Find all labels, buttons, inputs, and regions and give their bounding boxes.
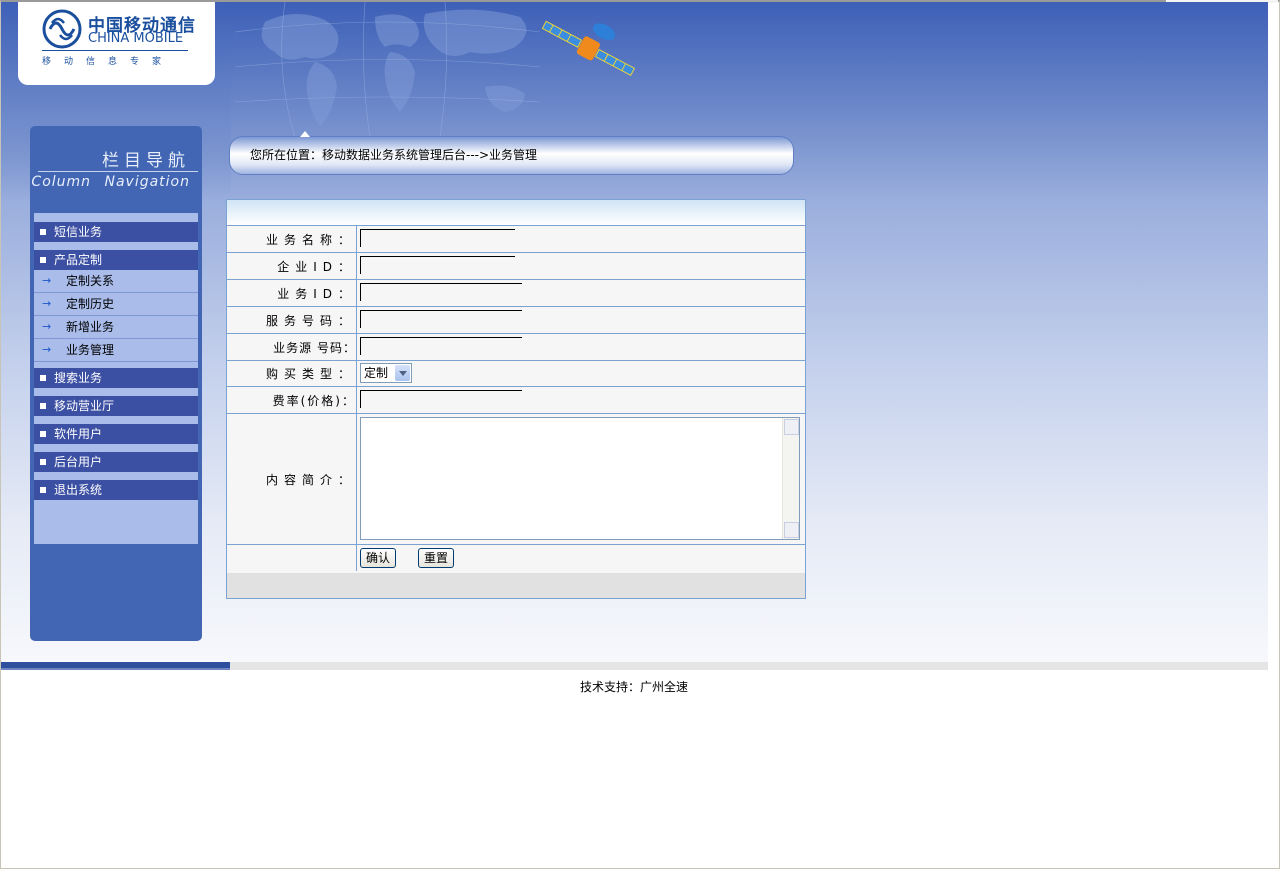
- nav-item-software-users[interactable]: 软件用户: [34, 424, 198, 444]
- nav-item-label: 后台用户: [54, 455, 103, 469]
- service-name-input[interactable]: [360, 229, 515, 247]
- form-value-cell: 确认 重置: [358, 545, 805, 571]
- scroll-down-icon[interactable]: [784, 522, 799, 538]
- bullet-square-icon: [40, 459, 46, 465]
- enterprise-id-input[interactable]: [360, 256, 515, 274]
- breadcrumb: 您所在位置：移动数据业务系统管理后台--->业务管理: [229, 131, 794, 175]
- nav-subitem-service-manage[interactable]: → 业务管理: [34, 339, 198, 362]
- arrow-right-icon: →: [42, 320, 52, 333]
- nav-title-cn: 栏目导航: [102, 151, 190, 171]
- nav-title-en: Column Navigation: [31, 174, 190, 190]
- confirm-button[interactable]: 确认: [360, 548, 397, 568]
- bullet-square-icon: [40, 403, 46, 409]
- nav-item-product-custom[interactable]: 产品定制: [34, 250, 198, 270]
- buy-type-select[interactable]: 定制: [360, 363, 412, 383]
- nav-subitem-label: 定制历史: [66, 297, 115, 311]
- arrow-right-icon: →: [42, 274, 52, 287]
- form-label: 企业ID：: [227, 253, 357, 279]
- form-label: 购买类型：: [227, 361, 357, 386]
- footer-bar: [1, 662, 1268, 670]
- form-label: 费率(价格)：: [227, 387, 357, 413]
- arrow-right-icon: →: [42, 297, 52, 310]
- form-label: 业务名称：: [227, 226, 357, 252]
- form-row-src-no: 业务源 号码：: [227, 334, 805, 361]
- sidebar: 栏目导航 Column Navigation 短信业务 产品定制 → 定制关系 …: [30, 126, 202, 641]
- form-value-cell: [358, 387, 805, 413]
- service-number-input[interactable]: [360, 310, 522, 328]
- nav-item-label: 搜索业务: [54, 371, 103, 385]
- buy-type-selected: 定制: [364, 366, 389, 380]
- form-row-svc-id: 业务ID：: [227, 280, 805, 307]
- nav-item-admin-users[interactable]: 后台用户: [34, 452, 198, 472]
- form-row-desc: 内容简介：: [227, 414, 805, 545]
- form-footer: [227, 573, 805, 598]
- form-row-svc-no: 服务号码：: [227, 307, 805, 334]
- breadcrumb-text: 您所在位置：移动数据业务系统管理后台--->业务管理: [250, 148, 538, 162]
- source-number-input[interactable]: [360, 337, 522, 355]
- nav-menu-bottom: [34, 508, 198, 544]
- nav-subitem-label: 新增业务: [66, 320, 115, 334]
- nav-subitem-add-service[interactable]: → 新增业务: [34, 316, 198, 339]
- logo-english-name: CHINA MOBILE: [88, 31, 184, 46]
- nav-menu: 短信业务 产品定制 → 定制关系 → 定制历史 → 新增业务 → 业务管理 搜索…: [34, 213, 198, 544]
- description-textarea[interactable]: [360, 417, 800, 540]
- chevron-down-icon: [395, 365, 410, 381]
- bullet-square-icon: [40, 257, 46, 263]
- china-mobile-logo-icon: [42, 9, 82, 49]
- nav-item-mobile-hall[interactable]: 移动营业厅: [34, 396, 198, 416]
- service-form-panel: 业务名称： 企业ID： 业务ID： 服务号码： 业务源 号码： 购买类型： 定制: [226, 199, 806, 599]
- form-row-ent-id: 企业ID：: [227, 253, 805, 280]
- nav-item-label: 产品定制: [54, 253, 103, 267]
- form-label: 内容简介：: [227, 414, 357, 544]
- form-value-cell: [358, 414, 805, 544]
- nav-item-label: 软件用户: [54, 427, 103, 441]
- form-header: [227, 200, 805, 226]
- bullet-square-icon: [40, 487, 46, 493]
- nav-item-sms[interactable]: 短信业务: [34, 222, 198, 242]
- nav-submenu-product-custom: → 定制关系 → 定制历史 → 新增业务 → 业务管理: [34, 270, 198, 362]
- form-label: 服务号码：: [227, 307, 357, 333]
- nav-item-label: 短信业务: [54, 225, 103, 239]
- logo-slogan: 移动信息专家: [42, 57, 175, 67]
- form-row-name: 业务名称：: [227, 226, 805, 253]
- price-input[interactable]: [360, 390, 522, 408]
- scroll-up-icon[interactable]: [784, 419, 799, 435]
- form-label: 业务ID：: [227, 280, 357, 306]
- footer-bar-accent: [1, 662, 230, 670]
- form-value-cell: [358, 307, 805, 333]
- nav-subitem-custom-history[interactable]: → 定制历史: [34, 293, 198, 316]
- nav-subitem-label: 定制关系: [66, 274, 115, 288]
- nav-item-search[interactable]: 搜索业务: [34, 368, 198, 388]
- china-mobile-logo: 中国移动通信 CHINA MOBILE 移动信息专家: [18, 2, 215, 85]
- form-row-actions: 确认 重置: [227, 545, 805, 571]
- reset-button[interactable]: 重置: [418, 548, 455, 568]
- logo-divider: [42, 50, 188, 51]
- breadcrumb-notch: [300, 131, 310, 137]
- nav-item-label: 退出系统: [54, 483, 103, 497]
- bullet-square-icon: [40, 229, 46, 235]
- form-value-cell: [358, 253, 805, 279]
- bullet-square-icon: [40, 431, 46, 437]
- nav-item-label: 移动营业厅: [54, 399, 115, 413]
- form-value-cell: [358, 226, 805, 252]
- form-value-cell: [358, 334, 805, 360]
- nav-subitem-custom-relation[interactable]: → 定制关系: [34, 270, 198, 293]
- form-value-cell: [358, 280, 805, 306]
- nav-item-logout[interactable]: 退出系统: [34, 480, 198, 500]
- footer-support-text: 技术支持：广州全速: [579, 680, 688, 694]
- nav-subitem-label: 业务管理: [66, 343, 115, 357]
- service-id-input[interactable]: [360, 283, 522, 301]
- arrow-right-icon: →: [42, 343, 52, 356]
- form-row-price: 费率(价格)：: [227, 387, 805, 414]
- form-row-buy-type: 购买类型： 定制: [227, 361, 805, 387]
- satellite-graphic: [541, 20, 636, 77]
- textarea-scrollbar[interactable]: [782, 418, 799, 539]
- bullet-square-icon: [40, 375, 46, 381]
- form-label-empty: [227, 545, 357, 571]
- world-map-graphic: [234, 2, 541, 137]
- form-label: 业务源 号码：: [227, 334, 357, 360]
- form-value-cell: 定制: [358, 361, 805, 386]
- nav-title-divider: [38, 171, 198, 172]
